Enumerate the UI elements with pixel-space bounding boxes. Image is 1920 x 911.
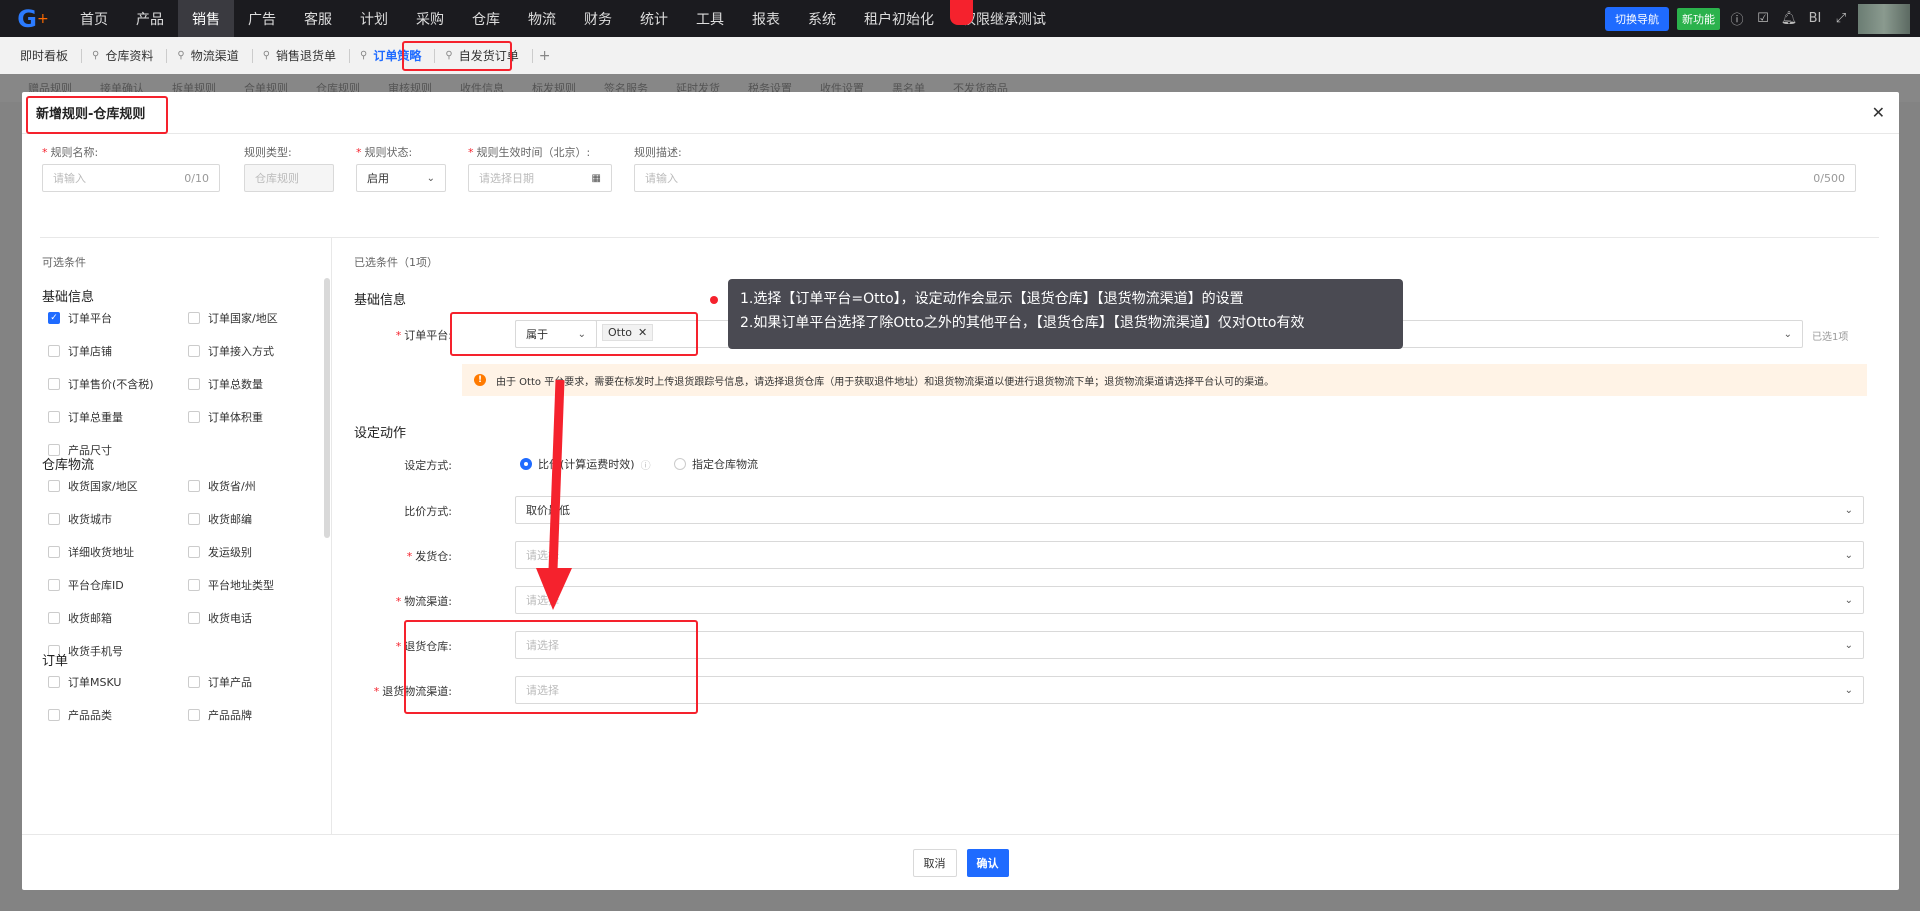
tooltip-marker bbox=[710, 296, 718, 304]
arrow-head bbox=[536, 568, 572, 610]
annotation-arrow bbox=[536, 379, 572, 610]
arrow-shaft bbox=[548, 379, 565, 571]
tooltip-line-2: 2.如果订单平台选择了除Otto之外的其他平台，【退货仓库】【退货物流渠道】仅对… bbox=[740, 315, 1305, 331]
annotation-tooltip: 1.选择【订单平台=Otto】，设定动作会显示【退货仓库】【退货物流渠道】的设置… bbox=[728, 279, 1403, 349]
tooltip-line-1: 1.选择【订单平台=Otto】，设定动作会显示【退货仓库】【退货物流渠道】的设置 bbox=[740, 291, 1244, 307]
